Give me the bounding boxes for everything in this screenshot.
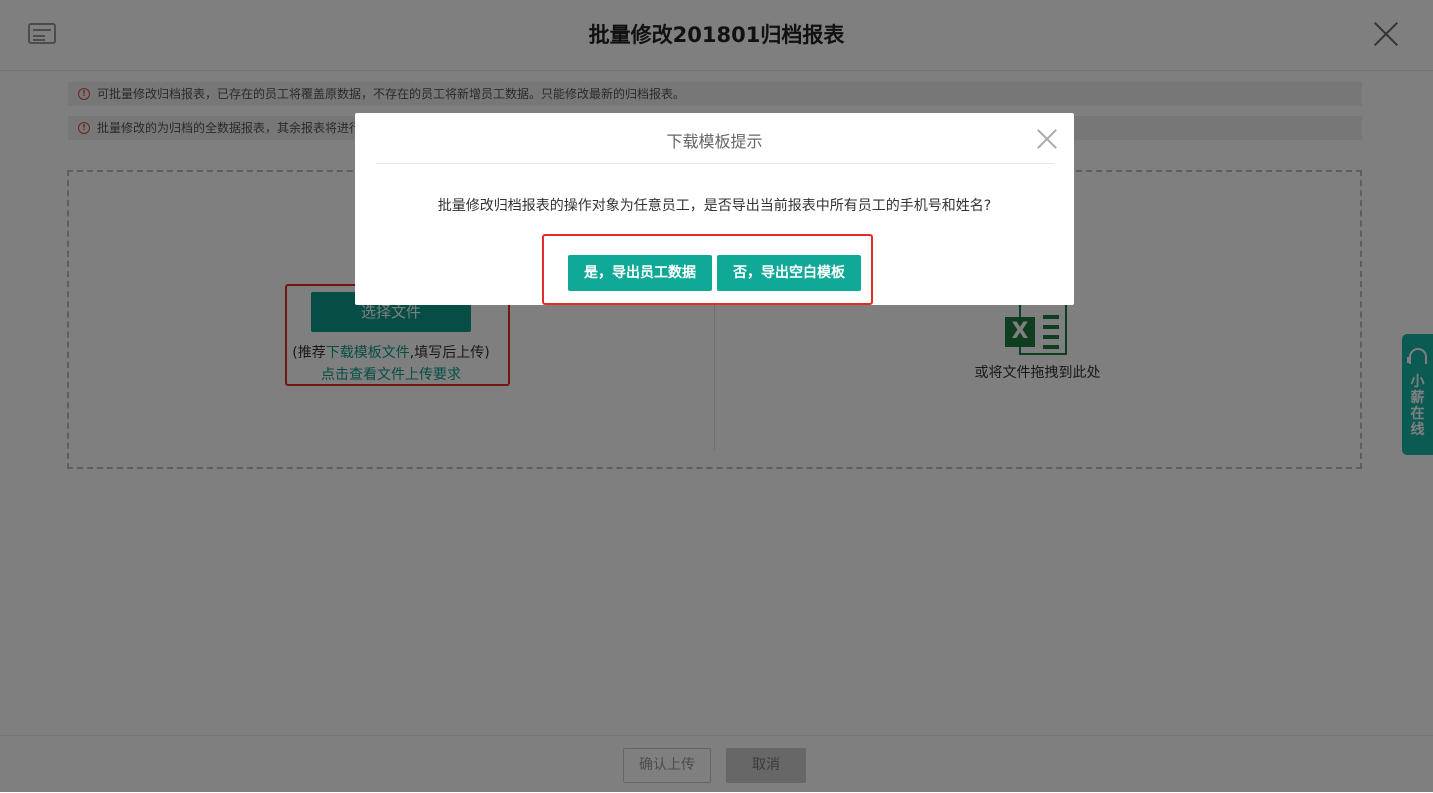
highlight-box xyxy=(542,234,873,305)
modal-message: 批量修改归档报表的操作对象为任意员工，是否导出当前报表中所有员工的手机号和姓名? xyxy=(437,198,992,214)
modal-divider xyxy=(376,163,1054,164)
close-icon[interactable] xyxy=(1037,129,1057,149)
modal-title: 下载模板提示 xyxy=(666,132,763,151)
